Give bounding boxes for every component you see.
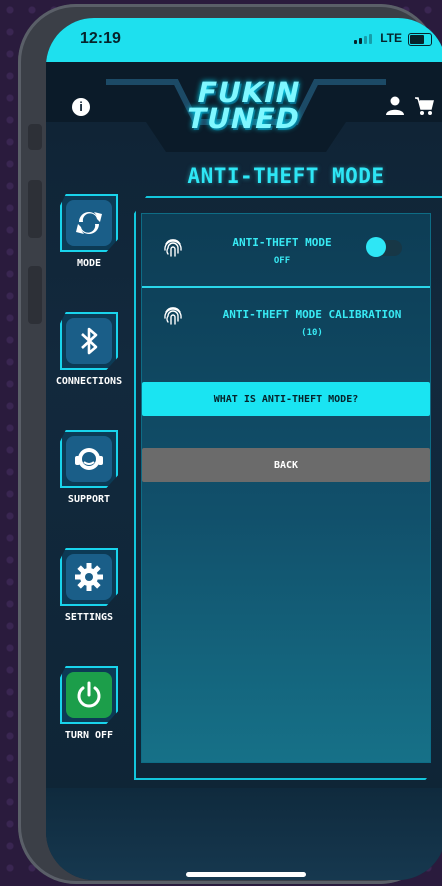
logo-line2: TUNED (183, 102, 304, 135)
nav-label: SUPPORT (67, 494, 111, 505)
page-title: ANTI-THEFT MODE (187, 164, 385, 188)
nav-label: TURN OFF (64, 730, 114, 741)
nav-label: SETTINGS (64, 612, 114, 623)
bluetooth-icon (81, 327, 98, 355)
nav-label: MODE (76, 258, 102, 269)
nav-item-settings[interactable]: SETTINGS (46, 548, 132, 623)
nav-item-turn-off[interactable]: TURN OFF (46, 666, 132, 741)
headset-icon (75, 448, 103, 470)
row-title: ANTI-THEFT MODE CALIBRATION (222, 308, 402, 321)
cart-icon[interactable] (414, 96, 434, 116)
back-button[interactable]: BACK (142, 448, 430, 482)
side-button (28, 266, 42, 324)
gear-icon (75, 563, 103, 591)
row-count: (10) (301, 328, 323, 338)
status-bar: 12:19 LTE (46, 18, 442, 62)
app-logo: FUKIN TUNED (170, 76, 321, 135)
status-time: 12:19 (80, 30, 121, 47)
home-indicator[interactable] (186, 872, 306, 877)
row-title: ANTI-THEFT MODE (232, 236, 332, 249)
power-icon (77, 681, 101, 708)
anti-theft-toggle[interactable] (366, 237, 402, 257)
toggle-knob (366, 237, 386, 257)
battery-icon (408, 33, 432, 46)
row-calibration[interactable]: ANTI-THEFT MODE CALIBRATION (10) (142, 288, 430, 358)
fingerprint-icon (164, 307, 182, 325)
signal-icon (354, 34, 372, 44)
nav-item-mode[interactable]: MODE (46, 194, 132, 269)
phone-frame: 12:19 LTE i FUKIN TUNED ANTI-THEFT MODE (18, 4, 442, 884)
network-label: LTE (380, 31, 402, 45)
user-icon[interactable] (386, 96, 404, 116)
nav-label: CONNECTIONS (55, 376, 123, 387)
info-icon[interactable]: i (72, 98, 90, 116)
sync-icon (76, 212, 102, 234)
nav-item-support[interactable]: SUPPORT (46, 430, 132, 505)
side-button (28, 180, 42, 238)
bottom-decoration (46, 788, 442, 880)
nav-item-connections[interactable]: CONNECTIONS (46, 312, 132, 387)
what-is-anti-theft-button[interactable]: WHAT IS ANTI-THEFT MODE? (142, 382, 430, 416)
row-status: OFF (273, 256, 291, 266)
app-screen: 12:19 LTE i FUKIN TUNED ANTI-THEFT MODE (46, 18, 442, 880)
side-button (28, 124, 42, 150)
fingerprint-icon (164, 239, 182, 257)
